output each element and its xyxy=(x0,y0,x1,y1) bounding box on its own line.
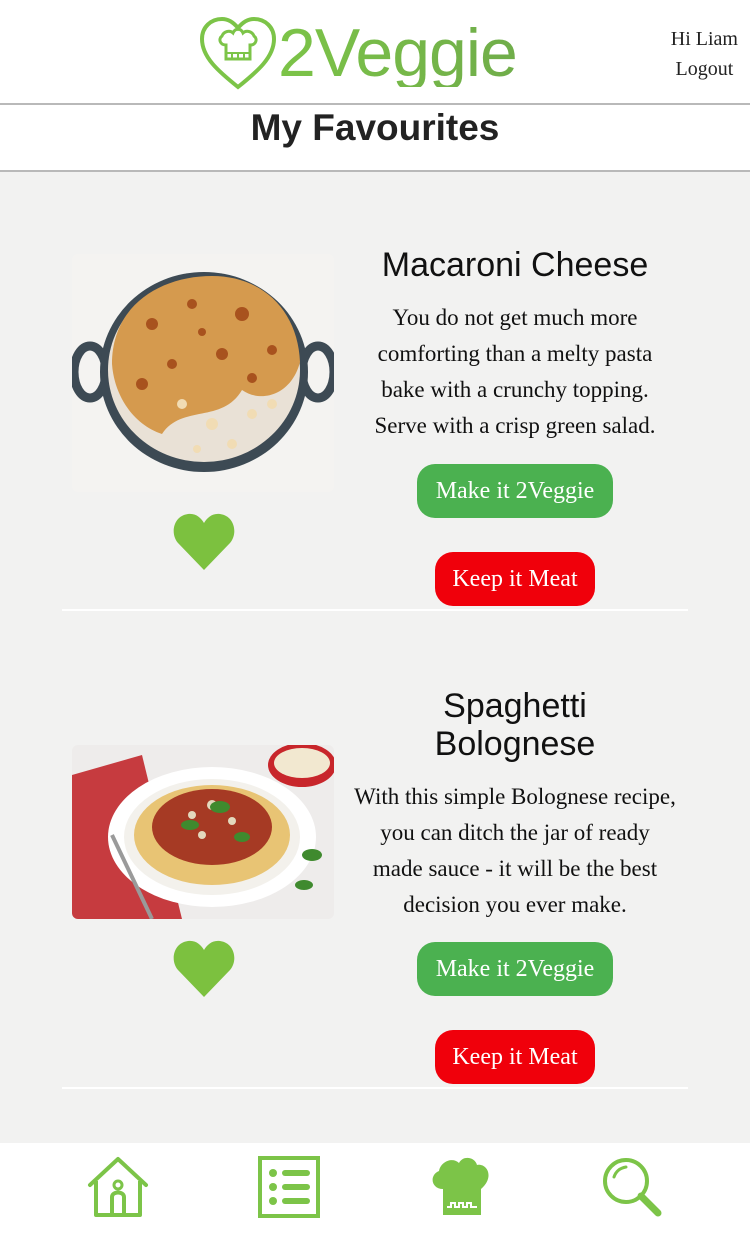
recipe-info: Spaghetti Bolognese With this simple Bol… xyxy=(354,687,676,923)
page-title: My Favourites xyxy=(250,107,500,148)
page-title-bar: My Favourites xyxy=(0,105,750,172)
macaroni-dish-illustration xyxy=(72,254,334,492)
keep-it-meat-button[interactable]: Keep it Meat xyxy=(435,552,595,606)
heart-chef-logo-icon xyxy=(199,16,277,90)
recipe-title: Spaghetti Bolognese xyxy=(434,687,596,763)
spaghetti-dish-illustration xyxy=(72,745,334,919)
bottom-navigation xyxy=(0,1143,750,1244)
app-logo[interactable]: 2Veggie xyxy=(198,12,518,94)
greeting-text: Hi Liam xyxy=(670,28,738,50)
recipe-image-macaroni[interactable] xyxy=(72,254,334,492)
recipe-description: You do not get much more comforting than… xyxy=(374,305,656,438)
chef-hat-icon[interactable] xyxy=(429,1155,493,1219)
recipe-card: Spaghetti Bolognese With this simple Bol… xyxy=(62,611,688,1089)
recipe-info: Macaroni Cheese You do not get much more… xyxy=(354,246,676,444)
recipe-title: Macaroni Cheese xyxy=(381,246,649,284)
logo-text: 2Veggie xyxy=(278,15,518,91)
user-menu: Hi Liam Logout xyxy=(671,24,738,84)
make-it-2veggie-button[interactable]: Make it 2Veggie xyxy=(417,464,613,518)
list-icon[interactable] xyxy=(257,1155,321,1219)
recipe-card: Macaroni Cheese You do not get much more… xyxy=(62,172,688,611)
heart-icon[interactable] xyxy=(172,937,236,999)
recipe-description: With this simple Bolognese recipe, you c… xyxy=(354,784,676,917)
recipe-image-spaghetti[interactable] xyxy=(72,745,334,919)
app-header: 2Veggie Hi Liam Logout xyxy=(0,0,750,105)
make-it-2veggie-button[interactable]: Make it 2Veggie xyxy=(417,942,613,996)
keep-it-meat-button[interactable]: Keep it Meat xyxy=(435,1030,595,1084)
heart-icon[interactable] xyxy=(172,510,236,572)
search-icon[interactable] xyxy=(600,1155,664,1219)
home-icon[interactable] xyxy=(86,1155,150,1219)
logout-link[interactable]: Logout xyxy=(671,54,738,84)
